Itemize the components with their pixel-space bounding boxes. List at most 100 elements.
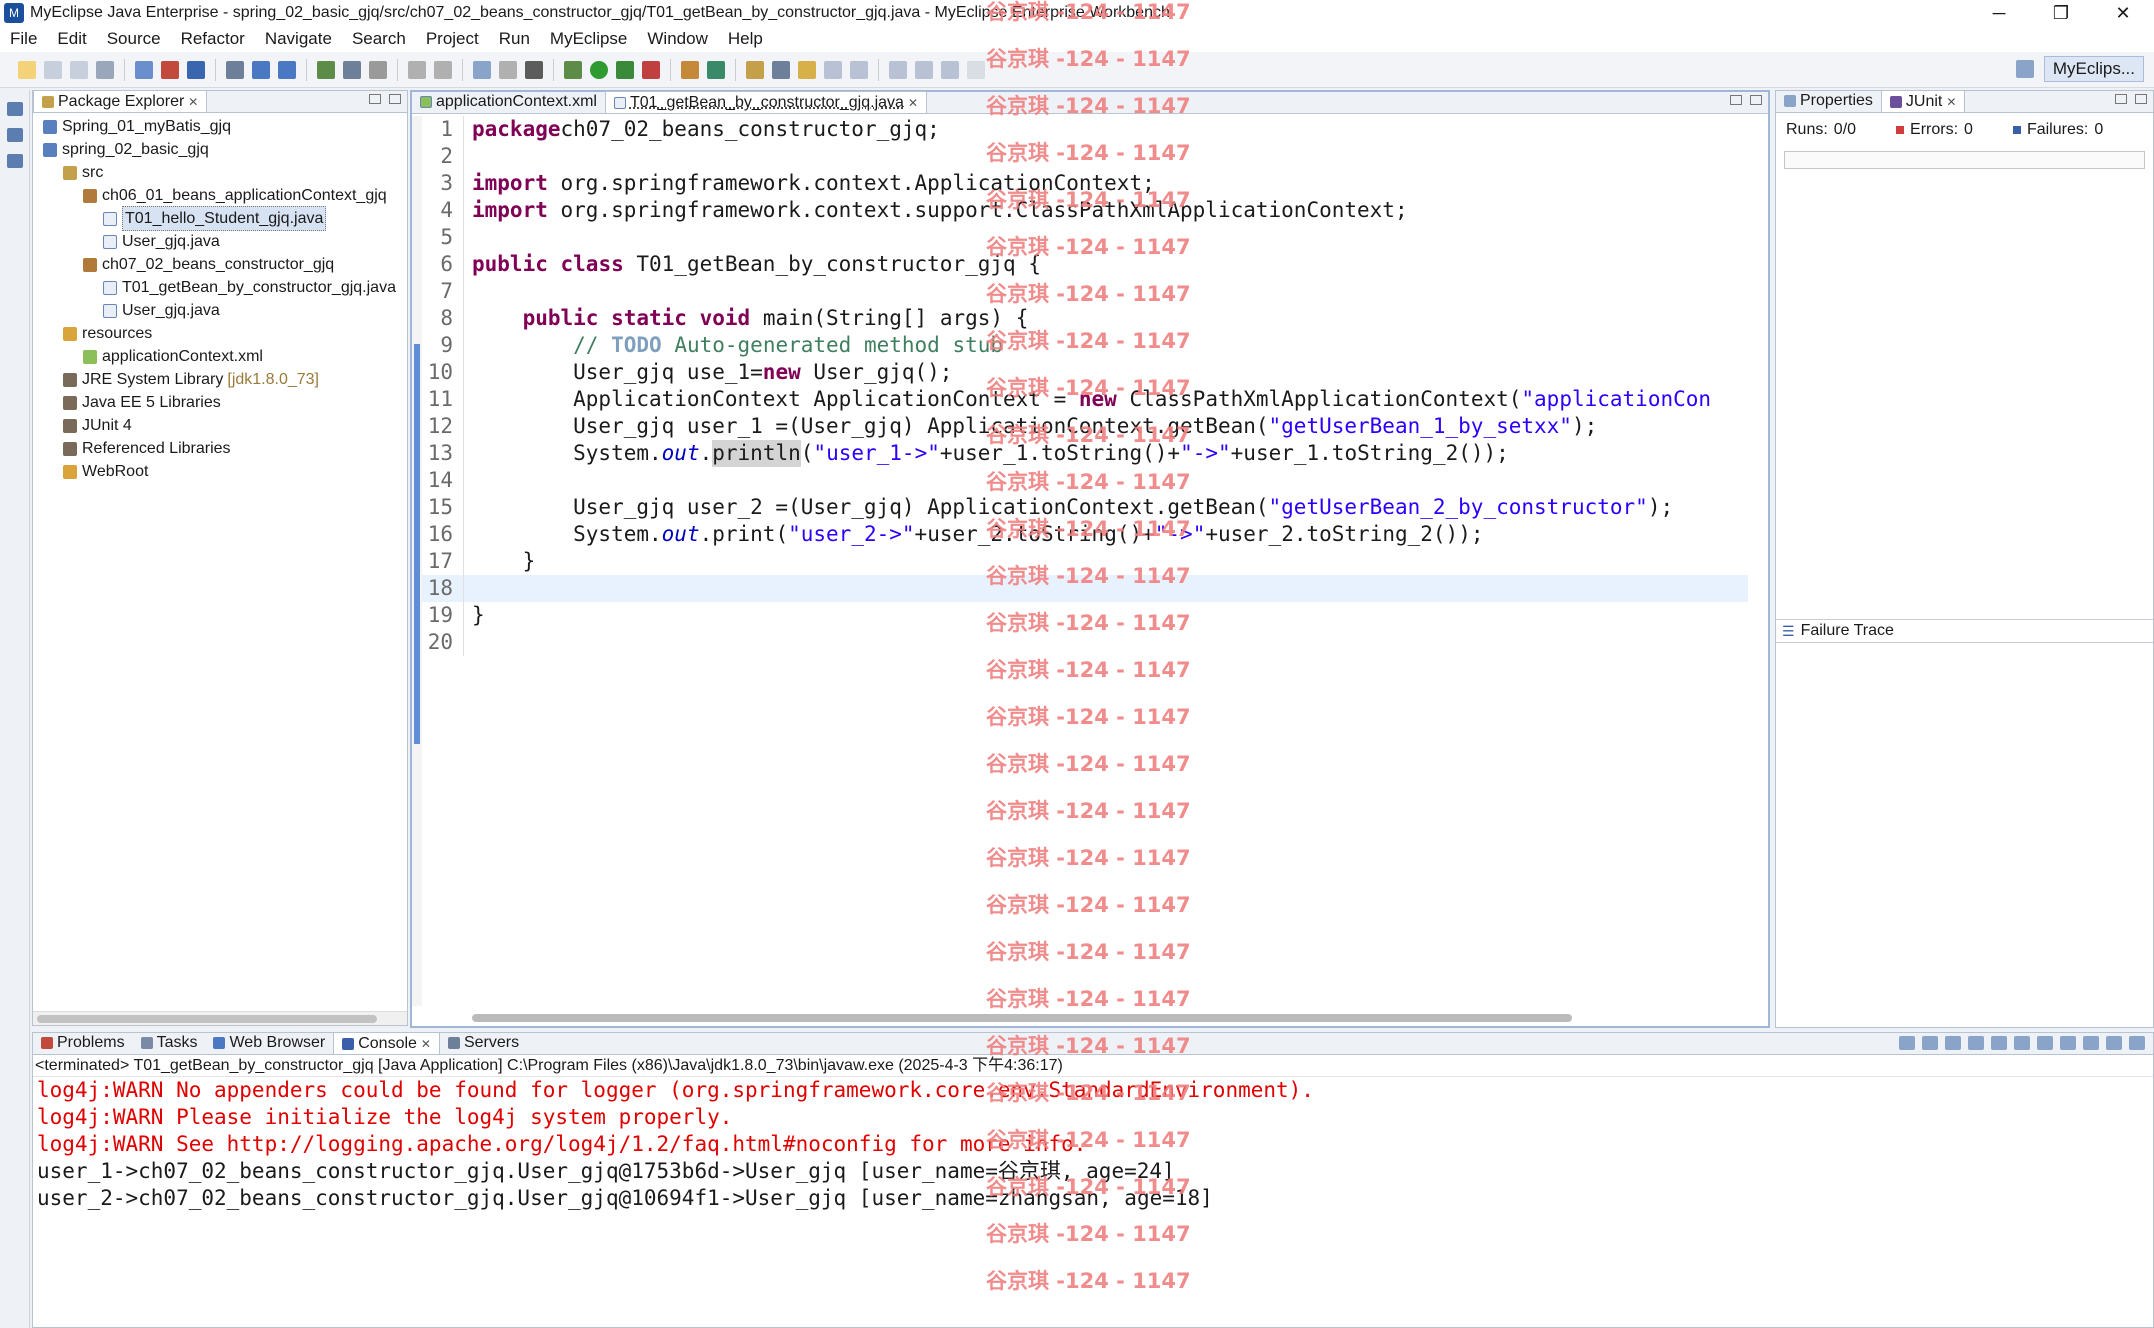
tab-editor-file[interactable]: T01_getBean_by_constructor_gjq.java ✕ [604, 91, 927, 114]
tree-item[interactable]: T01_hello_Student_gjq.java [33, 206, 407, 231]
tab-console[interactable]: Console ✕ [333, 1032, 440, 1054]
open-console-icon[interactable] [2083, 1036, 2099, 1050]
minimized-view-icon[interactable] [6, 154, 23, 168]
close-icon[interactable]: ✕ [421, 1033, 431, 1055]
maximize-view-icon[interactable] [1750, 95, 1762, 105]
close-icon[interactable]: ✕ [188, 91, 198, 113]
remove-all-icon[interactable] [1945, 1036, 1961, 1050]
horizontal-scrollbar[interactable] [33, 1011, 407, 1025]
tree-item[interactable]: applicationContext.xml [33, 345, 407, 368]
tree-item[interactable]: src [33, 161, 407, 184]
debug-icon[interactable] [564, 60, 582, 79]
tab-tasks[interactable]: Tasks [133, 1032, 206, 1054]
new-package-icon[interactable] [187, 60, 205, 79]
report-icon[interactable] [434, 60, 452, 79]
minimize-view-icon[interactable] [2115, 94, 2127, 104]
monitor-icon[interactable] [525, 60, 543, 79]
new-icon[interactable] [18, 60, 36, 79]
run-icon[interactable] [590, 60, 608, 79]
tree-item[interactable]: JRE System Library [jdk1.8.0_73] [33, 368, 407, 391]
tree-item[interactable]: JUnit 4 [33, 414, 407, 437]
tab-servers[interactable]: Servers [440, 1032, 527, 1054]
tree-item[interactable]: WebRoot [33, 460, 407, 483]
toggle-icon[interactable] [850, 60, 868, 79]
close-button[interactable]: ✕ [2092, 0, 2154, 26]
close-icon[interactable]: ✕ [1946, 91, 1956, 113]
tab-junit[interactable]: JUnit ✕ [1880, 90, 1966, 113]
tree-item[interactable]: spring_02_basic_gjq [33, 138, 407, 161]
display-console-icon[interactable] [2060, 1036, 2076, 1050]
image-icon[interactable] [473, 60, 491, 79]
minimize-view-icon[interactable] [1730, 95, 1742, 105]
tree-item[interactable]: ch07_02_beans_constructor_gjq [33, 253, 407, 276]
tree-item[interactable]: resources [33, 322, 407, 345]
server-icon[interactable] [252, 60, 270, 79]
menu-item-window[interactable]: Window [637, 26, 717, 52]
save-all-icon[interactable] [70, 60, 88, 79]
annotation-icon[interactable] [798, 60, 816, 79]
web-project-icon[interactable] [317, 60, 335, 79]
menu-item-search[interactable]: Search [342, 26, 416, 52]
back-icon[interactable] [941, 60, 959, 79]
open-folder-icon[interactable] [746, 60, 764, 79]
menu-item-edit[interactable]: Edit [47, 26, 96, 52]
tree-item[interactable]: ch06_01_beans_applicationContext_gjq [33, 184, 407, 207]
show-on-output-icon[interactable] [2014, 1036, 2030, 1050]
chart-icon[interactable] [499, 60, 517, 79]
menu-item-navigate[interactable]: Navigate [255, 26, 342, 52]
menu-item-help[interactable]: Help [718, 26, 773, 52]
link-icon[interactable] [408, 60, 426, 79]
globe-icon[interactable] [369, 60, 387, 79]
new-class-icon[interactable] [681, 60, 699, 79]
tree-item[interactable]: T01_getBean_by_constructor_gjq.java [33, 276, 407, 299]
new-project-icon[interactable] [135, 60, 153, 79]
next-annotation-icon[interactable] [889, 60, 907, 79]
tree-item[interactable]: User_gjq.java [33, 230, 407, 253]
minimize-view-icon[interactable] [2106, 1036, 2122, 1050]
maximize-view-icon[interactable] [389, 94, 401, 104]
tree-item[interactable]: Referenced Libraries [33, 437, 407, 460]
restore-button[interactable]: ❐ [2030, 0, 2092, 26]
tree-item[interactable]: Spring_01_myBatis_gjq [33, 115, 407, 138]
terminate-icon[interactable] [1899, 1036, 1915, 1050]
horizontal-scrollbar[interactable] [472, 1014, 1572, 1022]
menu-item-file[interactable]: File [0, 26, 47, 52]
external-tools-icon[interactable] [642, 60, 660, 79]
open-perspective-icon[interactable] [2015, 60, 2034, 78]
remove-launch-icon[interactable] [1922, 1036, 1938, 1050]
close-icon[interactable]: ✕ [908, 92, 918, 114]
tab-editor-file[interactable]: applicationContext.xml [412, 91, 605, 113]
minimize-button[interactable]: ─ [1968, 0, 2030, 26]
prev-annotation-icon[interactable] [915, 60, 933, 79]
tab-problems[interactable]: Problems [33, 1032, 133, 1054]
run-last-icon[interactable] [616, 60, 634, 79]
tree-item[interactable]: Java EE 5 Libraries [33, 391, 407, 414]
minimize-view-icon[interactable] [369, 94, 381, 104]
code-area[interactable]: 1 package ch07_02_beans_constructor_gjq; 2 3… [422, 116, 1748, 1006]
pin-console-icon[interactable] [2037, 1036, 2053, 1050]
perspective-myeclipse-button[interactable]: MyEclips... [2043, 56, 2144, 82]
scroll-lock-icon[interactable] [1991, 1036, 2007, 1050]
console-output[interactable]: log4j:WARN No appenders could be found f… [33, 1077, 2153, 1212]
project-wizard-icon[interactable] [343, 60, 361, 79]
menu-item-myeclipse[interactable]: MyEclipse [540, 26, 637, 52]
tab-package-explorer[interactable]: Package Explorer ✕ [33, 90, 208, 113]
tab-web-browser[interactable]: Web Browser [205, 1032, 333, 1054]
browser-icon[interactable] [278, 60, 296, 79]
menu-item-refactor[interactable]: Refactor [171, 26, 255, 52]
restore-view-icon[interactable] [6, 102, 23, 116]
menu-item-run[interactable]: Run [489, 26, 540, 52]
print-icon[interactable] [96, 60, 114, 79]
menu-item-project[interactable]: Project [416, 26, 489, 52]
maximize-view-icon[interactable] [2129, 1036, 2145, 1050]
forward-icon[interactable] [967, 60, 985, 79]
maximize-view-icon[interactable] [2135, 94, 2147, 104]
minimized-view-icon[interactable] [6, 128, 23, 142]
search-icon[interactable] [772, 60, 790, 79]
tree-item[interactable]: User_gjq.java [33, 299, 407, 322]
open-type-icon[interactable] [161, 60, 179, 79]
clear-console-icon[interactable] [1968, 1036, 1984, 1050]
save-icon[interactable] [44, 60, 62, 79]
refresh-icon[interactable] [707, 60, 725, 79]
tab-properties[interactable]: Properties [1776, 90, 1881, 112]
